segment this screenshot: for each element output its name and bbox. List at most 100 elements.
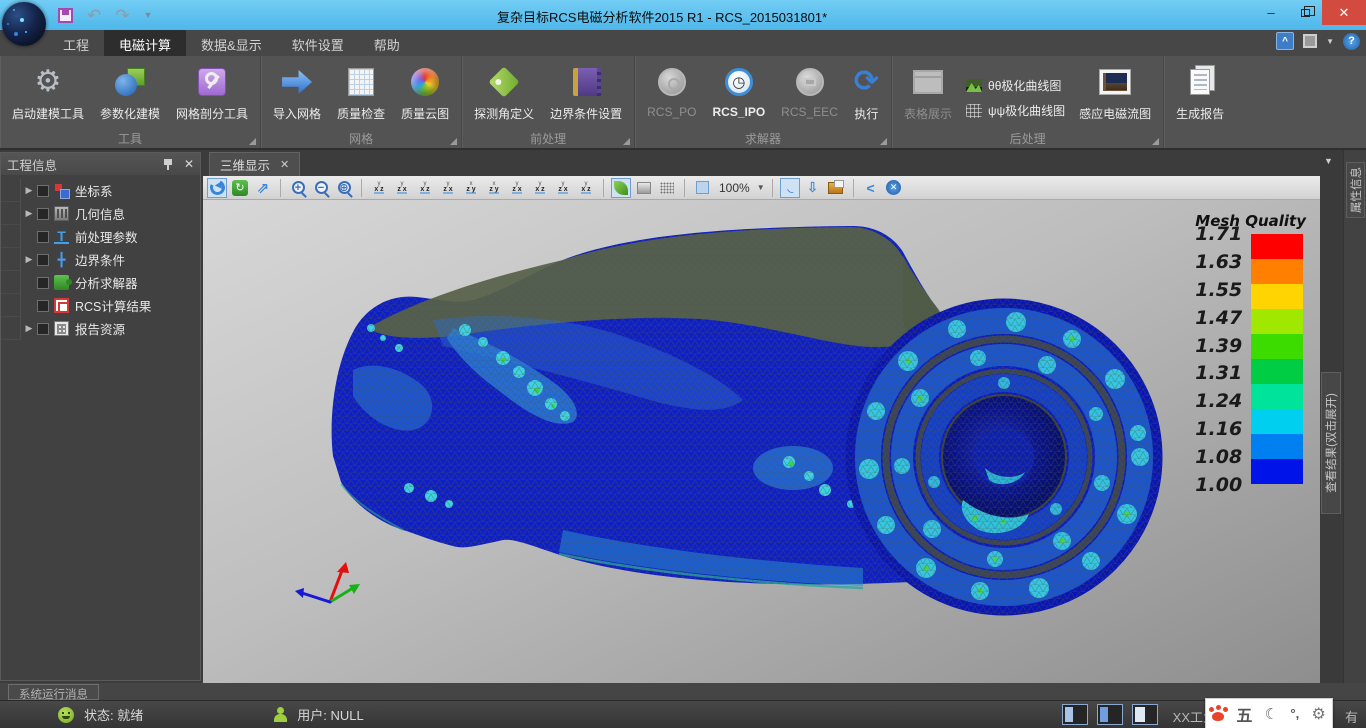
view-preset-button-1[interactable]: yx z <box>369 178 389 198</box>
dialog-launcher-icon[interactable] <box>623 138 630 145</box>
rcs-ipo-button[interactable]: ◷ RCS_IPO <box>704 60 773 119</box>
tree-item-geometry-info[interactable]: ▶ 几何信息 <box>1 202 200 225</box>
checkbox[interactable] <box>37 254 49 266</box>
view-results-tab[interactable]: 查看结果(双击展开) <box>1321 372 1341 514</box>
menu-tab-em-compute[interactable]: 电磁计算 <box>104 30 186 56</box>
menu-tab-project[interactable]: 工程 <box>48 30 104 56</box>
execute-button[interactable]: ⟳ 执行 <box>846 60 887 122</box>
checkbox[interactable] <box>37 231 49 243</box>
layout-left-panel-button[interactable] <box>1062 704 1088 725</box>
app-logo[interactable] <box>2 2 46 46</box>
redo-icon[interactable]: ↷ <box>115 7 129 24</box>
arrow-down-button[interactable]: ⇩ <box>803 178 823 198</box>
expand-arrow-icon[interactable]: ▶ <box>21 254 37 265</box>
points-mode-button[interactable] <box>657 178 677 198</box>
boundary-condition-button[interactable]: 边界条件设置 <box>542 60 630 122</box>
layout-wide-panel-button[interactable] <box>1132 704 1158 725</box>
zoom-out-button[interactable]: − <box>311 178 331 198</box>
expand-arrow-icon[interactable]: ▶ <box>21 185 37 196</box>
panel-close-icon[interactable]: ✕ <box>184 157 194 171</box>
view-preset-button-5[interactable]: xz y <box>461 178 481 198</box>
spin-tool-button[interactable]: ↻ <box>230 178 250 198</box>
checkbox[interactable] <box>37 208 49 220</box>
title-bar[interactable]: ↶ ↷ ▼ 复杂目标RCS电磁分析软件2015 R1 - RCS_2015031… <box>0 0 1366 30</box>
induced-current-map-button[interactable]: 感应电磁流图 <box>1071 60 1159 122</box>
layout-split-button[interactable] <box>1097 704 1123 725</box>
theta-polar-curve-button[interactable]: θθ极化曲线图 <box>960 77 1071 94</box>
rotate-tool-button[interactable] <box>207 178 227 198</box>
view-preset-button-9[interactable]: yz x <box>553 178 573 198</box>
restore-button[interactable] <box>1288 0 1322 25</box>
shaded-mode-button[interactable] <box>611 178 631 198</box>
properties-tab[interactable]: 属性信息 <box>1346 162 1365 218</box>
pin-icon[interactable] <box>164 159 172 170</box>
rcs-eec-button[interactable]: RCS_EEC <box>773 60 846 119</box>
flat-mode-button[interactable] <box>634 178 654 198</box>
tree-item-boundary-conditions[interactable]: ▶ ╋ 边界条件 <box>1 248 200 271</box>
menu-tab-data-display[interactable]: 数据&显示 <box>186 30 277 56</box>
zoom-in-button[interactable]: + <box>288 178 308 198</box>
share-button[interactable]: < <box>861 178 881 198</box>
undo-icon[interactable]: ↶ <box>87 7 101 24</box>
strip-dropdown-icon[interactable]: ▼ <box>1324 156 1333 166</box>
display-style-dropdown-icon[interactable]: ▼ <box>1326 37 1334 46</box>
save-icon[interactable] <box>58 8 73 23</box>
view-preset-button-3[interactable]: yx z <box>415 178 435 198</box>
menu-tab-help[interactable]: 帮助 <box>359 30 415 56</box>
table-display-button[interactable]: 表格展示 <box>896 60 960 122</box>
psi-polar-curve-button[interactable]: ψψ极化曲线图 <box>960 102 1071 119</box>
dialog-launcher-icon[interactable] <box>249 138 256 145</box>
zoom-dropdown-icon[interactable]: ▼ <box>757 183 765 192</box>
ime-toolbar[interactable]: 五 ☾ °, ⚙ <box>1205 698 1333 728</box>
parametric-modeling-button[interactable]: 参数化建模 <box>92 60 168 122</box>
minimize-button[interactable]: – <box>1254 0 1288 25</box>
close-button[interactable]: ✕ <box>1322 0 1366 25</box>
expand-arrow-icon[interactable]: ▶ <box>21 208 37 219</box>
3d-viewport[interactable]: Mesh Quality 1.711.63 1.551.47 1.391.31 … <box>203 200 1320 683</box>
system-messages-tab[interactable]: 系统运行消息 <box>8 684 99 700</box>
launch-modeler-button[interactable]: ⚙ 启动建模工具 <box>4 60 92 122</box>
collapse-ribbon-button[interactable]: ^ <box>1276 32 1294 50</box>
tree-item-rcs-results[interactable]: RCS计算结果 <box>1 294 200 317</box>
menu-tab-settings[interactable]: 软件设置 <box>277 30 359 56</box>
view-preset-button-2[interactable]: yz x <box>392 178 412 198</box>
view-preset-button-4[interactable]: yz x <box>438 178 458 198</box>
ime-settings-gear-icon[interactable]: ⚙ <box>1311 704 1325 723</box>
close-view-button[interactable]: ✕ <box>884 178 904 198</box>
view-preset-button-8[interactable]: yx z <box>530 178 550 198</box>
probe-angle-button[interactable]: 探测角定义 <box>466 60 542 122</box>
quality-check-button[interactable]: 质量检查 <box>329 60 393 122</box>
help-button[interactable]: ? <box>1343 33 1360 50</box>
checkbox[interactable] <box>37 323 49 335</box>
checkbox[interactable] <box>37 300 49 312</box>
import-mesh-button[interactable]: 导入网格 <box>265 60 329 122</box>
expand-arrow-icon[interactable]: ▶ <box>21 323 37 334</box>
pan-tool-button[interactable]: ⇗ <box>253 178 273 198</box>
tree-item-preprocess-params[interactable]: T 前处理参数 <box>1 225 200 248</box>
view-preset-button-6[interactable]: xz y <box>484 178 504 198</box>
tab-close-icon[interactable]: ✕ <box>280 158 289 171</box>
checkbox[interactable] <box>37 277 49 289</box>
view-preset-button-7[interactable]: yz x <box>507 178 527 198</box>
generate-report-button[interactable]: 生成报告 <box>1168 60 1232 122</box>
ime-punctuation-mode[interactable]: °, <box>1290 706 1299 721</box>
capture-button[interactable] <box>826 178 846 198</box>
ime-wubi-mode[interactable]: 五 <box>1236 702 1252 726</box>
ime-paw-icon[interactable] <box>1212 712 1224 721</box>
tree-item-analysis-solver[interactable]: 分析求解器 <box>1 271 200 294</box>
tree-item-coordinate-system[interactable]: ▶ 坐标系 <box>1 179 200 202</box>
moon-icon[interactable]: ☾ <box>1265 705 1278 723</box>
quality-cloud-button[interactable]: 质量云图 <box>393 60 457 122</box>
dialog-launcher-icon[interactable] <box>880 138 887 145</box>
curve-select-button[interactable]: ◟ <box>780 178 800 198</box>
dialog-launcher-icon[interactable] <box>450 138 457 145</box>
view-preset-button-10[interactable]: yx z <box>576 178 596 198</box>
dialog-launcher-icon[interactable] <box>1152 138 1159 145</box>
display-style-icon[interactable] <box>1303 34 1317 48</box>
quick-access-more-icon[interactable]: ▼ <box>144 10 153 20</box>
zoom-level-icon-button[interactable] <box>692 178 712 198</box>
mesh-partition-tool-button[interactable]: 网格剖分工具 <box>168 60 256 122</box>
zoom-fit-button[interactable]: ⊕ <box>334 178 354 198</box>
rcs-po-button[interactable]: RCS_PO <box>639 60 704 119</box>
tab-3d-display[interactable]: 三维显示 ✕ <box>209 152 300 176</box>
